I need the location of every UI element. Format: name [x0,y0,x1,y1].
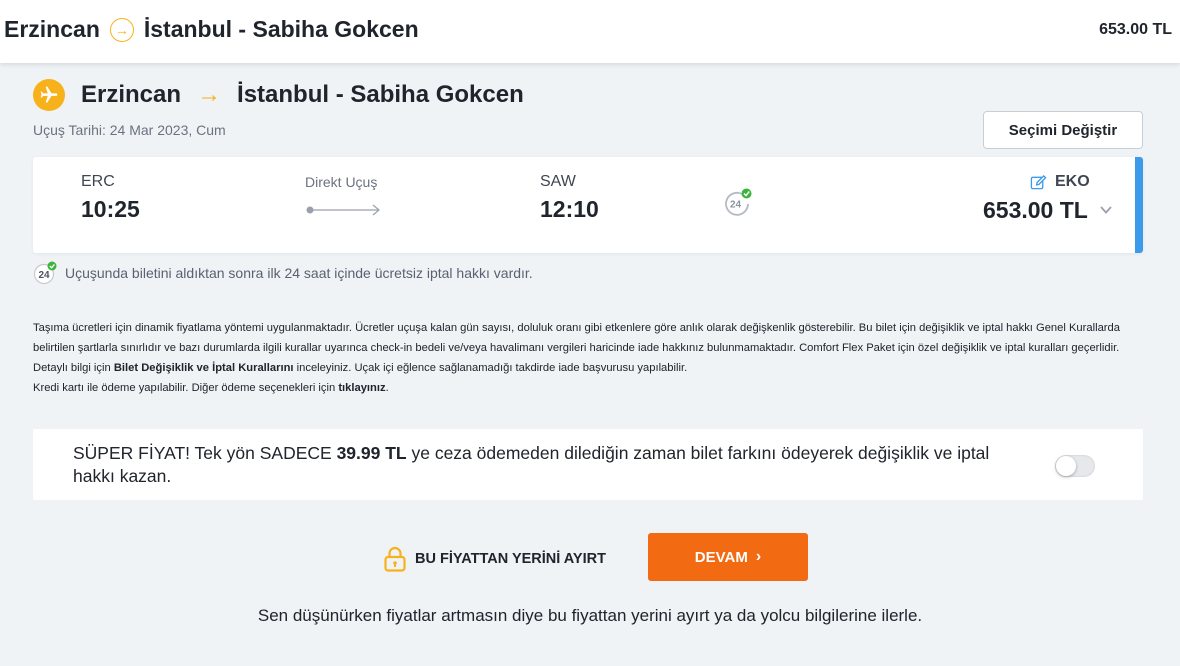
promo-price: 39.99 TL [336,443,407,463]
fare-class-label: EKO [1055,173,1090,190]
payment-paragraph: Kredi kartı ile ödeme yapılabilir. Diğer… [33,378,1145,398]
top-price: 653.00 TL [1099,21,1172,38]
departure-code: ERC [81,173,115,190]
toggle-knob [1056,456,1076,476]
continue-label: DEVAM [694,548,748,566]
top-route: Erzincan → İstanbul - Sabiha Gokcen [4,16,419,43]
flight-card[interactable]: ERC 10:25 Direkt Uçuş SAW 12:10 24 EKO 6… [33,157,1143,253]
payment-options-link[interactable]: tıklayınız [338,382,385,394]
heading-origin: Erzincan [81,81,182,108]
reserve-at-price-button[interactable]: BU FİYATTAN YERİNİ AYIRT [384,546,606,572]
main-content: Erzincan → İstanbul - Sabiha Gokcen Uçuş… [0,63,1180,666]
chevron-down-icon[interactable] [1099,203,1113,217]
reserve-label: BU FİYATTAN YERİNİ AYIRT [415,551,606,567]
departure-time: 10:25 [81,196,140,222]
arrow-right-circle-icon: → [109,17,134,42]
free-cancel-text: Uçuşunda biletini aldıktan sonra ilk 24 … [65,265,533,281]
flight-price: 653.00 TL [983,197,1088,223]
super-price-promo: SÜPER FİYAT! Tek yön SADECE 39.99 TL ye … [33,429,1143,500]
direct-flight-line-icon [306,204,380,216]
chevron-right-icon: › [755,548,762,565]
terms-paragraph: Taşıma ücretleri için dinamik fiyatlama … [33,318,1145,378]
payment-text-end: . [385,382,389,394]
refresh-24-icon: 24 [725,188,752,216]
flight-heading: Erzincan → İstanbul - Sabiha Gokcen [81,81,524,109]
terms-text: inceleyiniz. Uçak içi eğlence sağlanamad… [293,362,688,374]
arrival-code: SAW [540,173,576,190]
top-bar: Erzincan → İstanbul - Sabiha Gokcen 653.… [0,0,1180,63]
svg-text:24: 24 [730,200,742,211]
rules-link[interactable]: Bilet Değişiklik ve İptal Kurallarını [114,362,294,374]
lock-icon [384,546,406,572]
edit-icon [1030,174,1047,189]
plane-icon [33,79,65,111]
arrow-right-icon: → [197,81,222,108]
arrival-time: 12:10 [540,196,599,222]
heading-destination: İstanbul - Sabiha Gokcen [237,81,524,108]
free-cancel-note: 24 Uçuşunda biletini aldıktan sonra ilk … [33,261,533,285]
top-destination: İstanbul - Sabiha Gokcen [143,16,419,42]
fare-terms: Taşıma ücretleri için dinamik fiyatlama … [33,318,1145,398]
flight-date: Uçuş Tarihi: 24 Mar 2023, Cum [33,122,226,138]
promo-text: SÜPER FİYAT! Tek yön SADECE 39.99 TL ye … [73,442,1023,488]
change-selection-button[interactable]: Seçimi Değiştir [983,111,1143,149]
fare-class: EKO [1030,173,1090,191]
refresh-24-icon: 24 [33,261,57,285]
promo-text-start: SÜPER FİYAT! Tek yön SADECE [73,443,337,463]
footnote: Sen düşünürken fiyatlar artmasın diye bu… [257,606,923,625]
flex-toggle[interactable] [1055,455,1095,477]
continue-button[interactable]: DEVAM › [648,533,808,581]
top-origin: Erzincan [4,16,100,42]
flight-type: Direkt Uçuş [305,174,378,190]
svg-text:24: 24 [38,270,50,281]
payment-text: Kredi kartı ile ödeme yapılabilir. Diğer… [33,382,339,394]
card-accent-bar [1135,157,1143,253]
